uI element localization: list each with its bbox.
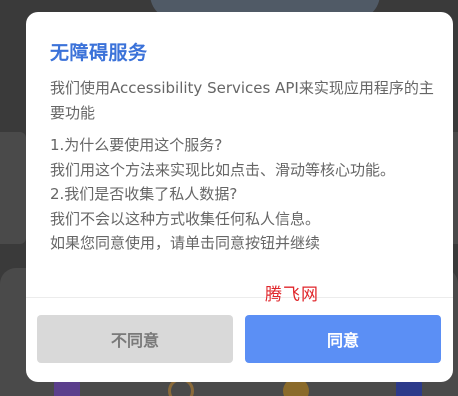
question-2: 2.我们是否收集了私人数据? (50, 185, 238, 203)
instruction-text: 如果您同意使用，请单击同意按钮并继续 (50, 234, 321, 252)
answer-2: 我们不会以这种方式收集任何私人信息。 (50, 209, 321, 228)
dialog-body: 我们使用Accessibility Services API来实现应用程序的主要… (50, 76, 434, 256)
intro-text: 我们使用Accessibility Services API来实现应用程序的主要… (50, 79, 434, 122)
watermark: 腾飞网 (265, 285, 319, 305)
divider (26, 297, 453, 298)
accessibility-dialog: 无障碍服务 我们使用Accessibility Services API来实现应… (26, 12, 453, 382)
disagree-button[interactable]: 不同意 (37, 315, 233, 363)
agree-button[interactable]: 同意 (245, 315, 441, 363)
dialog-title: 无障碍服务 (50, 42, 148, 64)
answer-1: 我们用这个方法来实现比如点击、滑动等核心功能。 (50, 160, 396, 179)
question-1: 1.为什么要使用这个服务? (50, 136, 223, 154)
background-card-left (0, 132, 26, 244)
